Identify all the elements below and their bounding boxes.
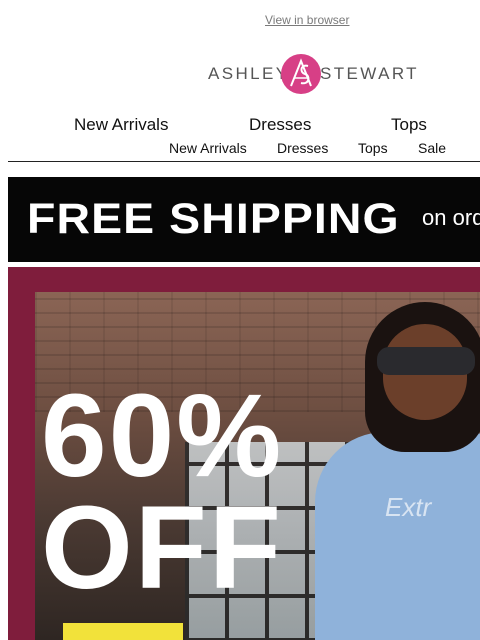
secondary-nav: New Arrivals Dresses Tops Sale <box>0 140 480 156</box>
view-in-browser-link[interactable]: View in browser <box>265 13 349 27</box>
subnav-dresses[interactable]: Dresses <box>277 140 328 156</box>
sale-off: OFF <box>41 482 283 614</box>
sale-headline: 60% OFF <box>41 377 283 614</box>
sunglasses-icon <box>377 347 475 375</box>
model-shirt: Extr <box>315 432 480 640</box>
free-shipping-headline: FREE SHIPPING <box>27 195 400 243</box>
logo-monogram-icon <box>281 54 321 94</box>
logo-word-right: STEWART <box>320 64 419 83</box>
shirt-print: Extr <box>385 492 432 522</box>
nav-divider <box>8 161 480 162</box>
model-figure: Extr <box>315 302 480 640</box>
nav-dresses[interactable]: Dresses <box>249 115 311 135</box>
subnav-new-arrivals[interactable]: New Arrivals <box>169 140 247 156</box>
subnav-tops[interactable]: Tops <box>358 140 388 156</box>
primary-nav: New Arrivals Dresses Tops <box>0 115 480 135</box>
free-shipping-banner[interactable]: FREE SHIPPING on ord <box>8 177 480 262</box>
hero-banner[interactable]: Extr 60% OFF <box>8 267 480 640</box>
subnav-sale[interactable]: Sale <box>418 140 446 156</box>
free-shipping-trailing: on ord <box>422 205 480 230</box>
ashley-stewart-logo[interactable]: ASHLEY STEWART <box>208 54 417 96</box>
nav-tops[interactable]: Tops <box>391 115 427 135</box>
nav-new-arrivals[interactable]: New Arrivals <box>74 115 168 135</box>
fall-text-partial <box>63 623 183 640</box>
logo-word-left: ASHLEY <box>208 64 290 83</box>
